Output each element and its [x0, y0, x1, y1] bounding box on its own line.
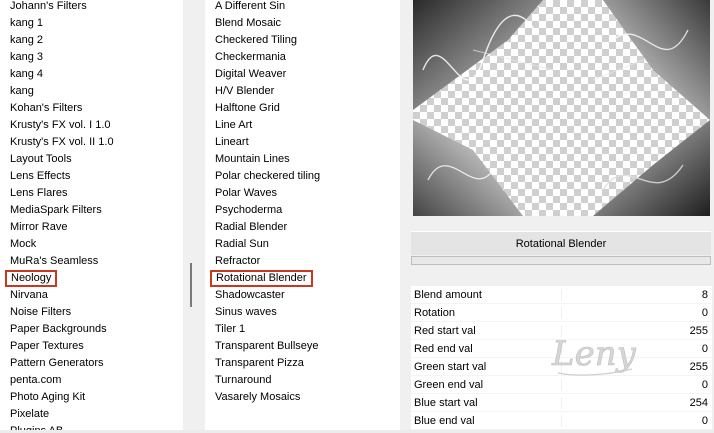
- filter-list-item[interactable]: Polar Waves: [210, 185, 282, 202]
- filter-list-item[interactable]: Polar checkered tiling: [210, 168, 325, 185]
- category-list-item[interactable]: MediaSpark Filters: [5, 202, 107, 219]
- filter-list-item[interactable]: Radial Sun: [210, 236, 274, 253]
- category-list-item[interactable]: Noise Filters: [5, 304, 76, 321]
- category-list-item[interactable]: Nirvana: [5, 287, 53, 304]
- category-list-item[interactable]: MuRa's Seamless: [5, 253, 103, 270]
- category-list-item[interactable]: kang 4: [5, 66, 48, 83]
- parameter-label: Red start val: [414, 325, 476, 337]
- category-list-item[interactable]: Neology: [5, 270, 58, 287]
- cell-separator: [561, 307, 562, 319]
- parameter-row[interactable]: Red end val 0: [411, 340, 712, 358]
- cell-separator: [561, 343, 562, 355]
- cell-separator: [561, 361, 562, 373]
- category-list-item[interactable]: Paper Textures: [5, 338, 89, 355]
- filter-preview: [413, 0, 710, 216]
- filter-list-item[interactable]: Shadowcaster: [210, 287, 290, 304]
- filter-list-item[interactable]: Checkered Tiling: [210, 32, 302, 49]
- category-list-item[interactable]: Photo Aging Kit: [5, 389, 90, 406]
- filter-list-item[interactable]: A Different Sin: [210, 0, 290, 15]
- preview-image: [413, 0, 710, 216]
- parameter-value[interactable]: 8: [702, 286, 708, 304]
- parameter-label: Green end val: [414, 379, 484, 391]
- category-list-item[interactable]: Pixelate: [5, 406, 54, 423]
- parameter-label: Green start val: [414, 361, 487, 373]
- cell-separator: [561, 379, 562, 391]
- category-list-item[interactable]: Layout Tools: [5, 151, 77, 168]
- category-list-item[interactable]: kang 3: [5, 49, 48, 66]
- filter-list-item[interactable]: Transparent Bullseye: [210, 338, 324, 355]
- parameter-label: Rotation: [414, 307, 455, 319]
- category-list-item[interactable]: kang 2: [5, 32, 48, 49]
- category-list-item[interactable]: kang: [5, 83, 39, 100]
- parameter-row[interactable]: Blue end val 0: [411, 412, 712, 430]
- category-list-item[interactable]: Lens Effects: [5, 168, 75, 185]
- filter-list-item[interactable]: Vasarely Mosaics: [210, 389, 305, 406]
- filter-list-item[interactable]: Sinus waves: [210, 304, 282, 321]
- parameter-value[interactable]: 0: [702, 376, 708, 394]
- category-list-item[interactable]: Lens Flares: [5, 185, 72, 202]
- filter-list-item[interactable]: Refractor: [210, 253, 265, 270]
- filter-list-item[interactable]: Digital Weaver: [210, 66, 291, 83]
- category-list-item[interactable]: Paper Backgrounds: [5, 321, 112, 338]
- parameter-label: Red end val: [414, 343, 473, 355]
- parameter-table: Blend amount 8 Rotation 0 Red start val 255 Re…: [411, 286, 712, 430]
- category-list[interactable]: Johann's Filters kang 1 kang 2 kang 3 kang 4…: [0, 0, 183, 430]
- panel-divider: [400, 0, 410, 430]
- parameter-value[interactable]: 255: [690, 358, 708, 376]
- category-list-item[interactable]: Plugins AB: [5, 423, 68, 430]
- filter-list-item[interactable]: Psychoderma: [210, 202, 287, 219]
- filter-list-item[interactable]: H/V Blender: [210, 83, 279, 100]
- filter-list-item[interactable]: Transparent Pizza: [210, 355, 309, 372]
- parameter-value[interactable]: 0: [702, 340, 708, 358]
- parameter-row[interactable]: Blue start val 254: [411, 394, 712, 412]
- cell-separator: [561, 397, 562, 409]
- filter-list-item[interactable]: Line Art: [210, 117, 257, 134]
- cell-separator: [561, 415, 562, 427]
- parameter-row[interactable]: Green end val 0: [411, 376, 712, 394]
- parameter-label: Blend amount: [414, 289, 482, 301]
- cell-separator: [561, 289, 562, 301]
- category-list-item[interactable]: penta.com: [5, 372, 66, 389]
- filter-list-item[interactable]: Blend Mosaic: [210, 15, 286, 32]
- parameter-row[interactable]: Blend amount 8: [411, 286, 712, 304]
- parameter-row[interactable]: Green start val 255: [411, 358, 712, 376]
- parameter-row[interactable]: Rotation 0: [411, 304, 712, 322]
- filter-list-item[interactable]: Checkermania: [210, 49, 291, 66]
- cell-separator: [561, 325, 562, 337]
- filter-list-item[interactable]: Halftone Grid: [210, 100, 285, 117]
- filter-list-item[interactable]: Mountain Lines: [210, 151, 295, 168]
- filter-list-item[interactable]: Turnaround: [210, 372, 276, 389]
- parameter-label: Blue end val: [414, 415, 475, 427]
- parameter-value[interactable]: 0: [702, 412, 708, 430]
- parameter-value[interactable]: 254: [690, 394, 708, 412]
- filter-title: Rotational Blender: [411, 231, 711, 255]
- list-divider: [183, 0, 205, 430]
- category-scrollbar-thumb[interactable]: [190, 263, 192, 307]
- category-list-item[interactable]: Mirror Rave: [5, 219, 72, 236]
- filter-list[interactable]: A Different Sin Blend Mosaic Checkered Til…: [205, 0, 400, 430]
- progress-bar: [411, 256, 711, 265]
- parameter-value[interactable]: 255: [690, 322, 708, 340]
- parameter-row[interactable]: Red start val 255: [411, 322, 712, 340]
- category-list-item[interactable]: Johann's Filters: [5, 0, 92, 15]
- parameter-value[interactable]: 0: [702, 304, 708, 322]
- filter-list-item[interactable]: Radial Blender: [210, 219, 292, 236]
- category-list-item[interactable]: Krusty's FX vol. II 1.0: [5, 134, 119, 151]
- category-list-item[interactable]: Pattern Generators: [5, 355, 109, 372]
- filter-list-item[interactable]: Tiler 1: [210, 321, 250, 338]
- filter-list-item[interactable]: Lineart: [210, 134, 254, 151]
- category-list-item[interactable]: Krusty's FX vol. I 1.0: [5, 117, 116, 134]
- category-list-item[interactable]: Mock: [5, 236, 41, 253]
- filter-list-item[interactable]: Rotational Blender: [210, 270, 313, 287]
- parameter-label: Blue start val: [414, 397, 478, 409]
- category-list-item[interactable]: Kohan's Filters: [5, 100, 87, 117]
- category-list-item[interactable]: kang 1: [5, 15, 48, 32]
